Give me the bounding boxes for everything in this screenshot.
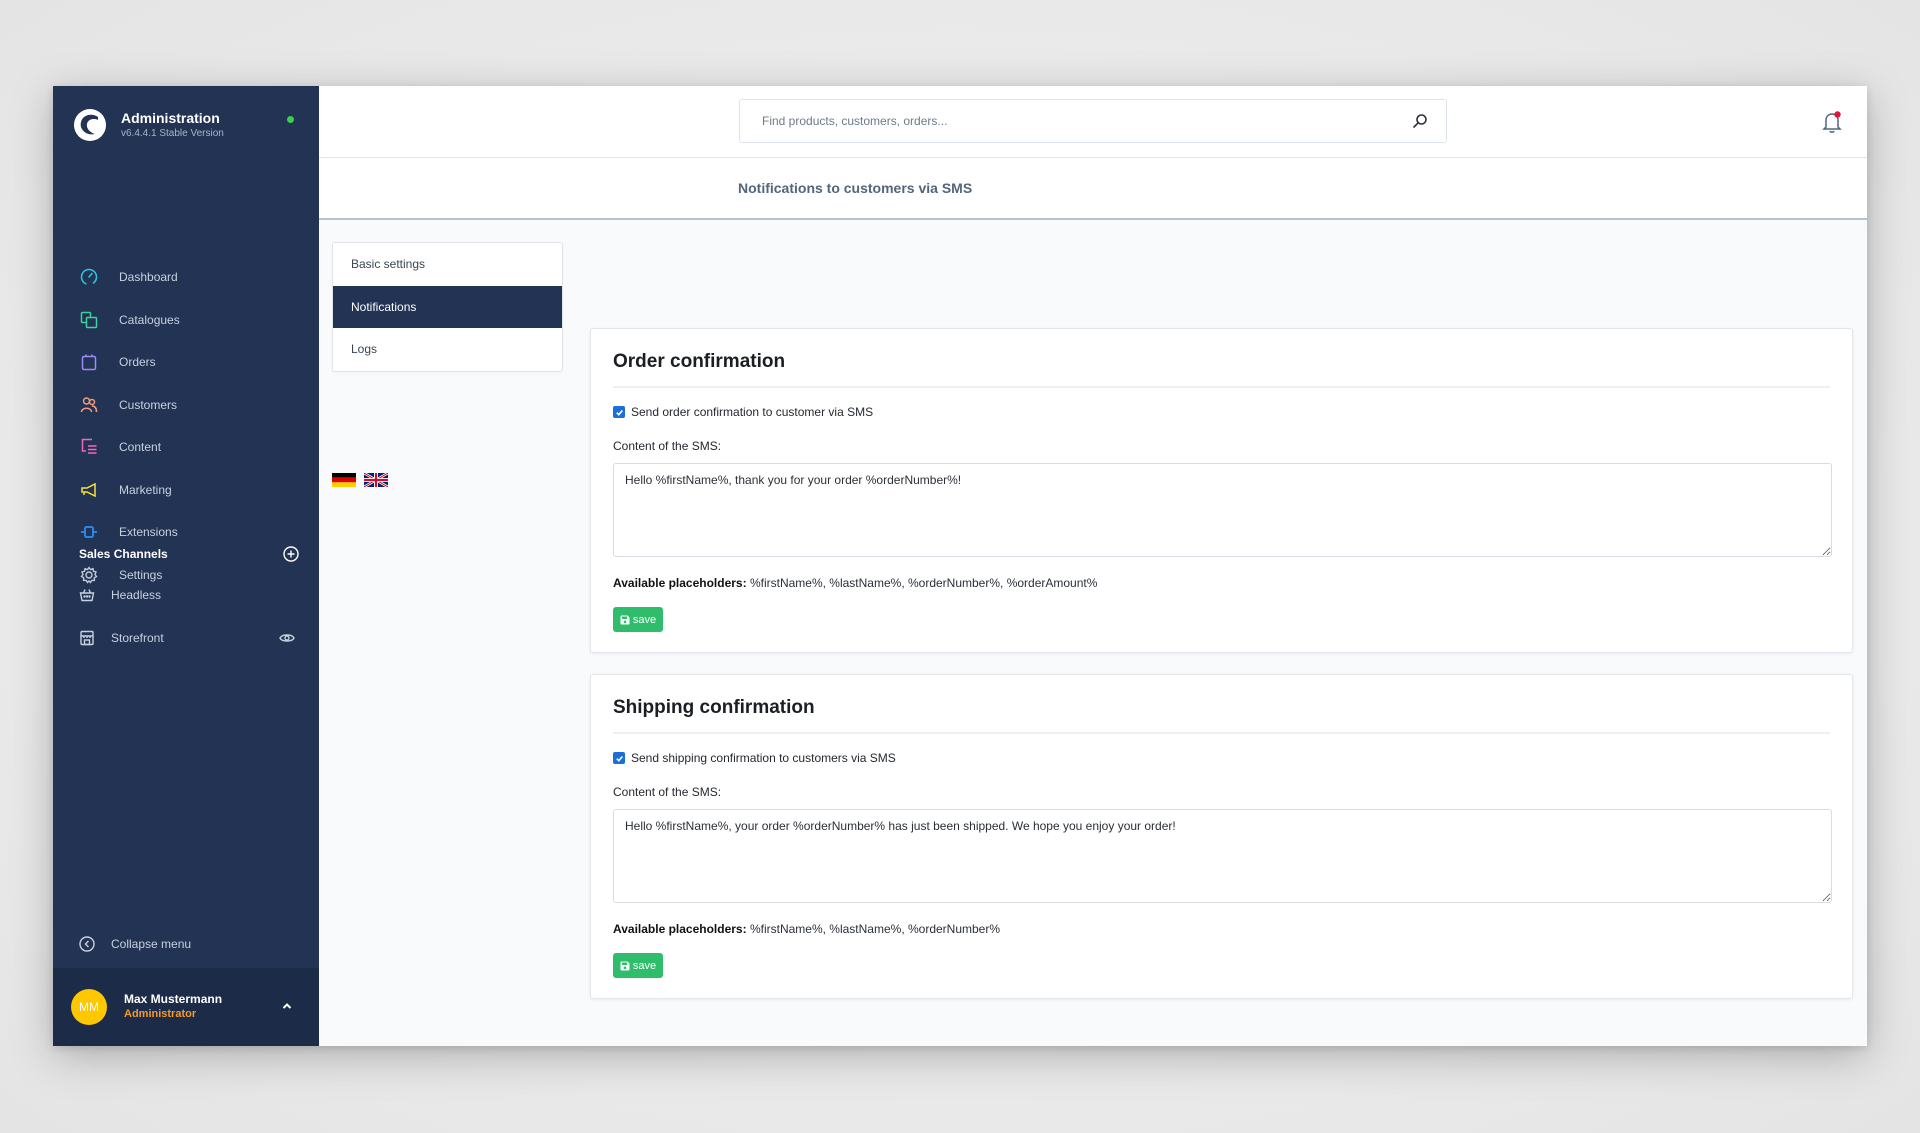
sidebar-item-orders[interactable]: Orders [53, 341, 319, 384]
sidebar: Administration v6.4.4.1 Stable Version D… [53, 86, 319, 1046]
notification-bell-icon[interactable] [1821, 110, 1843, 134]
user-name: Max Mustermann [124, 992, 223, 1006]
card-title: Order confirmation [613, 351, 786, 372]
sidebar-item-dashboard[interactable]: Dashboard [53, 256, 319, 299]
sales-channels-label: Sales Channels [79, 547, 168, 561]
main-content: Basic settings Notifications Logs Order … [319, 220, 1867, 1046]
floppy-disk-icon [620, 615, 630, 624]
collapse-menu-button[interactable]: Collapse menu [79, 936, 191, 952]
card-title: Shipping confirmation [613, 697, 815, 718]
order-confirmation-checkbox[interactable] [613, 406, 625, 418]
checkmark-icon [615, 409, 623, 416]
customers-icon [79, 395, 99, 415]
basket-icon [79, 589, 95, 602]
page-title: Notifications to customers via SMS [738, 180, 973, 196]
sales-channels-header: Sales Channels [79, 544, 299, 564]
language-switcher [332, 473, 388, 487]
sidebar-item-label: Marketing [119, 482, 172, 497]
sidebar-item-catalogues[interactable]: Catalogues [53, 299, 319, 342]
shopware-logo-icon[interactable] [73, 108, 107, 142]
top-bar [319, 86, 1867, 158]
tab-logs[interactable]: Logs [333, 328, 562, 371]
order-confirmation-card: Order confirmation Send order confirmati… [590, 328, 1853, 653]
app-title: Administration [121, 110, 220, 126]
sidebar-item-label: Content [119, 440, 162, 455]
german-flag-icon[interactable] [332, 473, 356, 487]
sales-channel-headless[interactable]: Headless [53, 574, 319, 617]
available-placeholders: Available placeholders: %firstName%, %la… [613, 922, 1000, 936]
placeholders-label: Available placeholders: [613, 576, 747, 590]
add-sales-channel-icon[interactable] [283, 546, 299, 562]
catalogues-icon [79, 310, 99, 330]
field-label: Content of the SMS: [613, 439, 722, 453]
save-label: save [632, 959, 657, 972]
sidebar-item-marketing[interactable]: Marketing [53, 469, 319, 512]
save-label: save [632, 613, 657, 626]
divider [613, 386, 1830, 388]
placeholders-list: %firstName%, %lastName%, %orderNumber% [749, 922, 1001, 936]
save-button[interactable]: save [613, 607, 663, 632]
brand: Administration v6.4.4.1 Stable Version [73, 106, 303, 150]
eye-icon[interactable] [279, 632, 295, 644]
order-sms-content-textarea[interactable]: Hello %firstName%, thank you for your or… [613, 463, 1832, 557]
tab-basic-settings[interactable]: Basic settings [333, 243, 562, 286]
sidebar-item-content[interactable]: Content [53, 426, 319, 469]
checkmark-icon [615, 755, 623, 762]
user-panel[interactable]: MM Max Mustermann Administrator [53, 968, 319, 1046]
app-version: v6.4.4.1 Stable Version [121, 128, 224, 139]
marketing-icon [79, 480, 99, 500]
checkbox-label: Send order confirmation to customer via … [631, 405, 874, 419]
divider [613, 732, 1830, 734]
tab-notifications[interactable]: Notifications [333, 285, 562, 328]
smart-bar: Notifications to customers via SMS [319, 158, 1867, 220]
content-icon [79, 437, 99, 457]
avatar: MM [71, 989, 107, 1025]
sidebar-item-label: Extensions [119, 525, 178, 540]
sidebar-item-label: Orders [119, 355, 156, 370]
sidebar-item-customers[interactable]: Customers [53, 384, 319, 427]
shipping-sms-content-textarea[interactable]: Hello %firstName%, your order %orderNumb… [613, 809, 1832, 903]
order-confirmation-checkbox-row[interactable]: Send order confirmation to customer via … [613, 405, 873, 419]
chevron-left-circle-icon [79, 936, 95, 952]
sales-channel-label: Headless [111, 588, 162, 603]
extensions-icon [79, 522, 99, 542]
chevron-up-icon[interactable] [279, 998, 295, 1014]
save-button[interactable]: save [613, 953, 663, 978]
shipping-confirmation-checkbox-row[interactable]: Send shipping confirmation to customers … [613, 751, 896, 765]
shipping-confirmation-checkbox[interactable] [613, 752, 625, 764]
app-window: Administration v6.4.4.1 Stable Version D… [53, 86, 1867, 1046]
available-placeholders: Available placeholders: %firstName%, %la… [613, 576, 1097, 590]
storefront-icon [80, 630, 94, 645]
sidebar-item-label: Dashboard [119, 270, 178, 285]
dashboard-icon [79, 267, 99, 287]
checkbox-label: Send shipping confirmation to customers … [631, 751, 896, 765]
status-dot [287, 116, 294, 123]
settings-tabs: Basic settings Notifications Logs [332, 242, 563, 372]
user-role: Administrator [124, 1008, 197, 1020]
search-icon[interactable] [1412, 113, 1428, 129]
sales-channels-list: Headless Storefront [53, 574, 319, 659]
field-label: Content of the SMS: [613, 785, 722, 799]
shipping-confirmation-card: Shipping confirmation Send shipping conf… [590, 674, 1853, 999]
collapse-menu-label: Collapse menu [111, 937, 192, 951]
search-field [739, 99, 1447, 143]
sidebar-item-label: Customers [119, 397, 178, 412]
search-input[interactable] [740, 100, 1400, 142]
sales-channel-label: Storefront [111, 630, 164, 645]
sidebar-item-label: Catalogues [119, 312, 180, 327]
sales-channel-storefront[interactable]: Storefront [53, 617, 319, 660]
placeholders-label: Available placeholders: [613, 922, 747, 936]
orders-icon [79, 352, 99, 372]
uk-flag-icon[interactable] [364, 473, 388, 487]
placeholders-list: %firstName%, %lastName%, %orderNumber%, … [749, 576, 1098, 590]
floppy-disk-icon [620, 961, 630, 970]
